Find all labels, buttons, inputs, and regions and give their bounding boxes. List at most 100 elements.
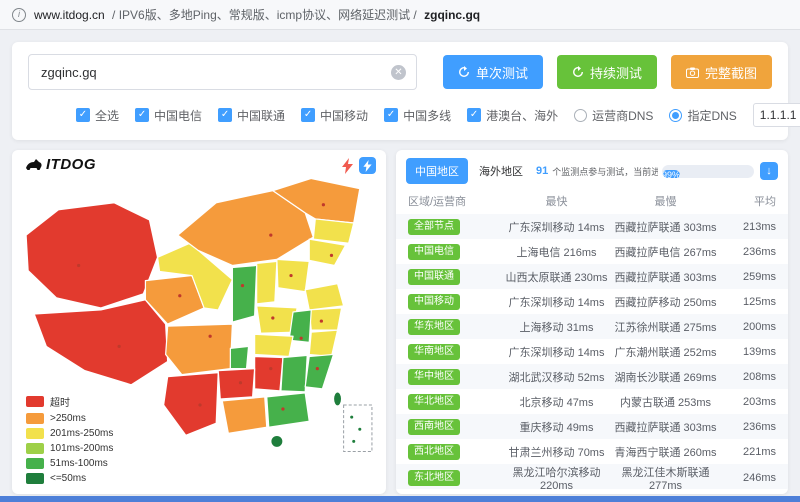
column-header: 最慢 (611, 193, 720, 209)
slowest-cell: 西藏拉萨联通 303ms (611, 219, 720, 235)
table-row: 中国联通山西太原联通 230ms西藏拉萨联通 303ms259ms (396, 264, 788, 289)
filter-checkbox-4[interactable]: ✓ 中国多线 (384, 107, 451, 124)
radio-custom-label: 指定DNS (687, 107, 736, 124)
loop-icon (572, 66, 584, 78)
fastest-cell: 广东深圳移动 14ms (502, 294, 611, 310)
filter-checkbox-3[interactable]: ✓中国移动 (301, 107, 368, 124)
search-input[interactable] (39, 64, 385, 81)
slowest-cell: 西藏拉萨联通 303ms (611, 419, 720, 435)
search-input-wrap[interactable]: ✕ (28, 54, 417, 90)
single-test-button[interactable]: 单次测试 (443, 55, 543, 89)
checkbox-checked-icon[interactable]: ✓ (135, 108, 149, 122)
filter-row: ✓全选✓中国电信✓中国联通✓中国移动✓中国多线✓港澳台、海外 运营商DNS 指定… (28, 103, 772, 127)
avg-cell: 259ms (720, 271, 776, 283)
itdog-logo: ITDOG (24, 156, 96, 173)
checkbox-checked-icon[interactable]: ✓ (384, 108, 398, 122)
legend-item: 超时 (26, 394, 113, 409)
avg-cell: 139ms (720, 346, 776, 358)
url-host: www.itdog.cn (34, 8, 105, 22)
table-row: 西北地区甘肃兰州移动 70ms青海西宁联通 260ms221ms (396, 439, 788, 464)
browser-address-bar[interactable]: i www.itdog.cn / IPV6版、多地Ping、常规版、icmp协议… (0, 0, 800, 30)
checkbox-checked-icon[interactable]: ✓ (76, 108, 90, 122)
legend-item: 51ms-100ms (26, 458, 113, 469)
info-icon[interactable]: i (12, 8, 26, 22)
filter-checkbox-5[interactable]: ✓港澳台、海外 (467, 107, 558, 124)
radio-off-icon[interactable] (574, 109, 587, 122)
fastest-cell: 广东深圳移动 14ms (502, 344, 611, 360)
slowest-cell: 黑龙江佳木斯联通 277ms (611, 464, 720, 492)
refresh-icon (458, 66, 470, 78)
region-badge: 中国移动 (408, 294, 460, 310)
slowest-cell: 西藏拉萨电信 267ms (611, 244, 720, 260)
column-header: 区域/运营商 (408, 193, 502, 209)
legend-swatch (26, 473, 44, 484)
search-panel: ✕ 单次测试 持续测试 完整截图 ✓全选✓中国电信✓中国联通✓中国移动✓中国多线… (12, 42, 788, 140)
region-badge: 华东地区 (408, 319, 460, 335)
legend-swatch (26, 428, 44, 439)
fastest-cell: 湖北武汉移动 52ms (502, 369, 611, 385)
slowest-cell: 湖南长沙联通 269ms (611, 369, 720, 385)
table-row: 西南地区重庆移动 49ms西藏拉萨联通 303ms236ms (396, 414, 788, 439)
checkbox-label: 中国多线 (403, 107, 451, 124)
region-badge: 华中地区 (408, 369, 460, 385)
clear-icon[interactable]: ✕ (391, 65, 406, 80)
legend-label: <=50ms (50, 473, 86, 484)
slowest-cell: 江苏徐州联通 275ms (611, 319, 720, 335)
legend-swatch (26, 443, 44, 454)
region-badge: 华北地区 (408, 394, 460, 410)
radio-isp-label: 运营商DNS (592, 107, 653, 124)
radio-isp-dns[interactable]: 运营商DNS (574, 107, 653, 124)
fastest-cell: 上海移动 31ms (502, 319, 611, 335)
search-row: ✕ 单次测试 持续测试 完整截图 (28, 54, 772, 90)
tab-china[interactable]: 中国地区 (406, 158, 468, 184)
logo-text: ITDOG (46, 156, 96, 173)
continuous-test-button[interactable]: 持续测试 (557, 55, 657, 89)
results-table-body: 全部节点广东深圳移动 14ms西藏拉萨联通 303ms213ms中国电信上海电信… (396, 214, 788, 494)
region-badge: 华南地区 (408, 344, 460, 360)
slowest-cell: 内蒙古联通 253ms (611, 394, 720, 410)
legend-swatch (26, 413, 44, 424)
slowest-cell: 广东潮州联通 252ms (611, 344, 720, 360)
filter-checkbox-2[interactable]: ✓中国联通 (218, 107, 285, 124)
table-row: 中国电信上海电信 216ms西藏拉萨电信 267ms236ms (396, 239, 788, 264)
table-row: 华南地区 广东深圳移动 14ms广东潮州联通 252ms139ms (396, 339, 788, 364)
legend-label: 超时 (50, 394, 70, 409)
filter-checkbox-0[interactable]: ✓ 全选 (76, 107, 119, 124)
page-url: www.itdog.cn / IPV6版、多地Ping、常规版、icmp协议、网… (34, 6, 480, 23)
fastest-cell: 山西太原联通 230ms (502, 269, 611, 285)
legend-item: <=50ms (26, 473, 113, 484)
checkbox-label: 中国电信 (154, 107, 202, 124)
map-mode-icon[interactable] (359, 157, 376, 174)
table-row: 华东地区 上海移动 31ms江苏徐州联通 275ms200ms (396, 314, 788, 339)
legend-swatch (26, 396, 44, 407)
region-badge: 东北地区 (408, 470, 460, 486)
column-header: 平均 (720, 193, 776, 209)
fastest-cell: 重庆移动 49ms (502, 419, 611, 435)
map-toolbar (342, 157, 376, 174)
checkbox-checked-icon[interactable]: ✓ (301, 108, 315, 122)
full-screenshot-label: 完整截图 (705, 63, 757, 82)
legend-label: 101ms-200ms (50, 443, 113, 454)
lightning-icon[interactable] (342, 158, 353, 174)
camera-icon (686, 67, 699, 78)
checkbox-label: 全选 (95, 107, 119, 124)
avg-cell: 200ms (720, 321, 776, 333)
tab-overseas[interactable]: 海外地区 (472, 158, 530, 184)
scroll-bottom-icon[interactable]: ↓ (760, 162, 778, 180)
url-path: / IPV6版、多地Ping、常规版、icmp协议、网络延迟测试 / (112, 8, 417, 22)
filter-checkbox-1[interactable]: ✓ 中国电信 (135, 107, 202, 124)
full-screenshot-button[interactable]: 完整截图 (671, 55, 772, 89)
dns-input[interactable] (753, 103, 800, 127)
results-header: 中国地区 海外地区 91 个监测点参与测试，当前进度： 99% ↓ (396, 150, 788, 190)
results-table-header: 区域/运营商 最快 最慢 平均 (396, 190, 788, 214)
checkbox-checked-icon[interactable]: ✓ (218, 108, 232, 122)
radio-custom-dns[interactable]: 指定DNS (669, 107, 736, 124)
footer-strip (0, 496, 800, 502)
checkbox-checked-icon[interactable]: ✓ (467, 108, 481, 122)
radio-on-icon[interactable] (669, 109, 682, 122)
avg-cell: 246ms (720, 472, 776, 484)
url-page: zgqinc.gq (424, 8, 480, 22)
slowest-cell: 青海西宁联通 260ms (611, 444, 720, 460)
dog-logo-icon (24, 158, 42, 172)
table-row: 东北地区黑龙江哈尔滨移动 220ms黑龙江佳木斯联通 277ms246ms (396, 464, 788, 489)
